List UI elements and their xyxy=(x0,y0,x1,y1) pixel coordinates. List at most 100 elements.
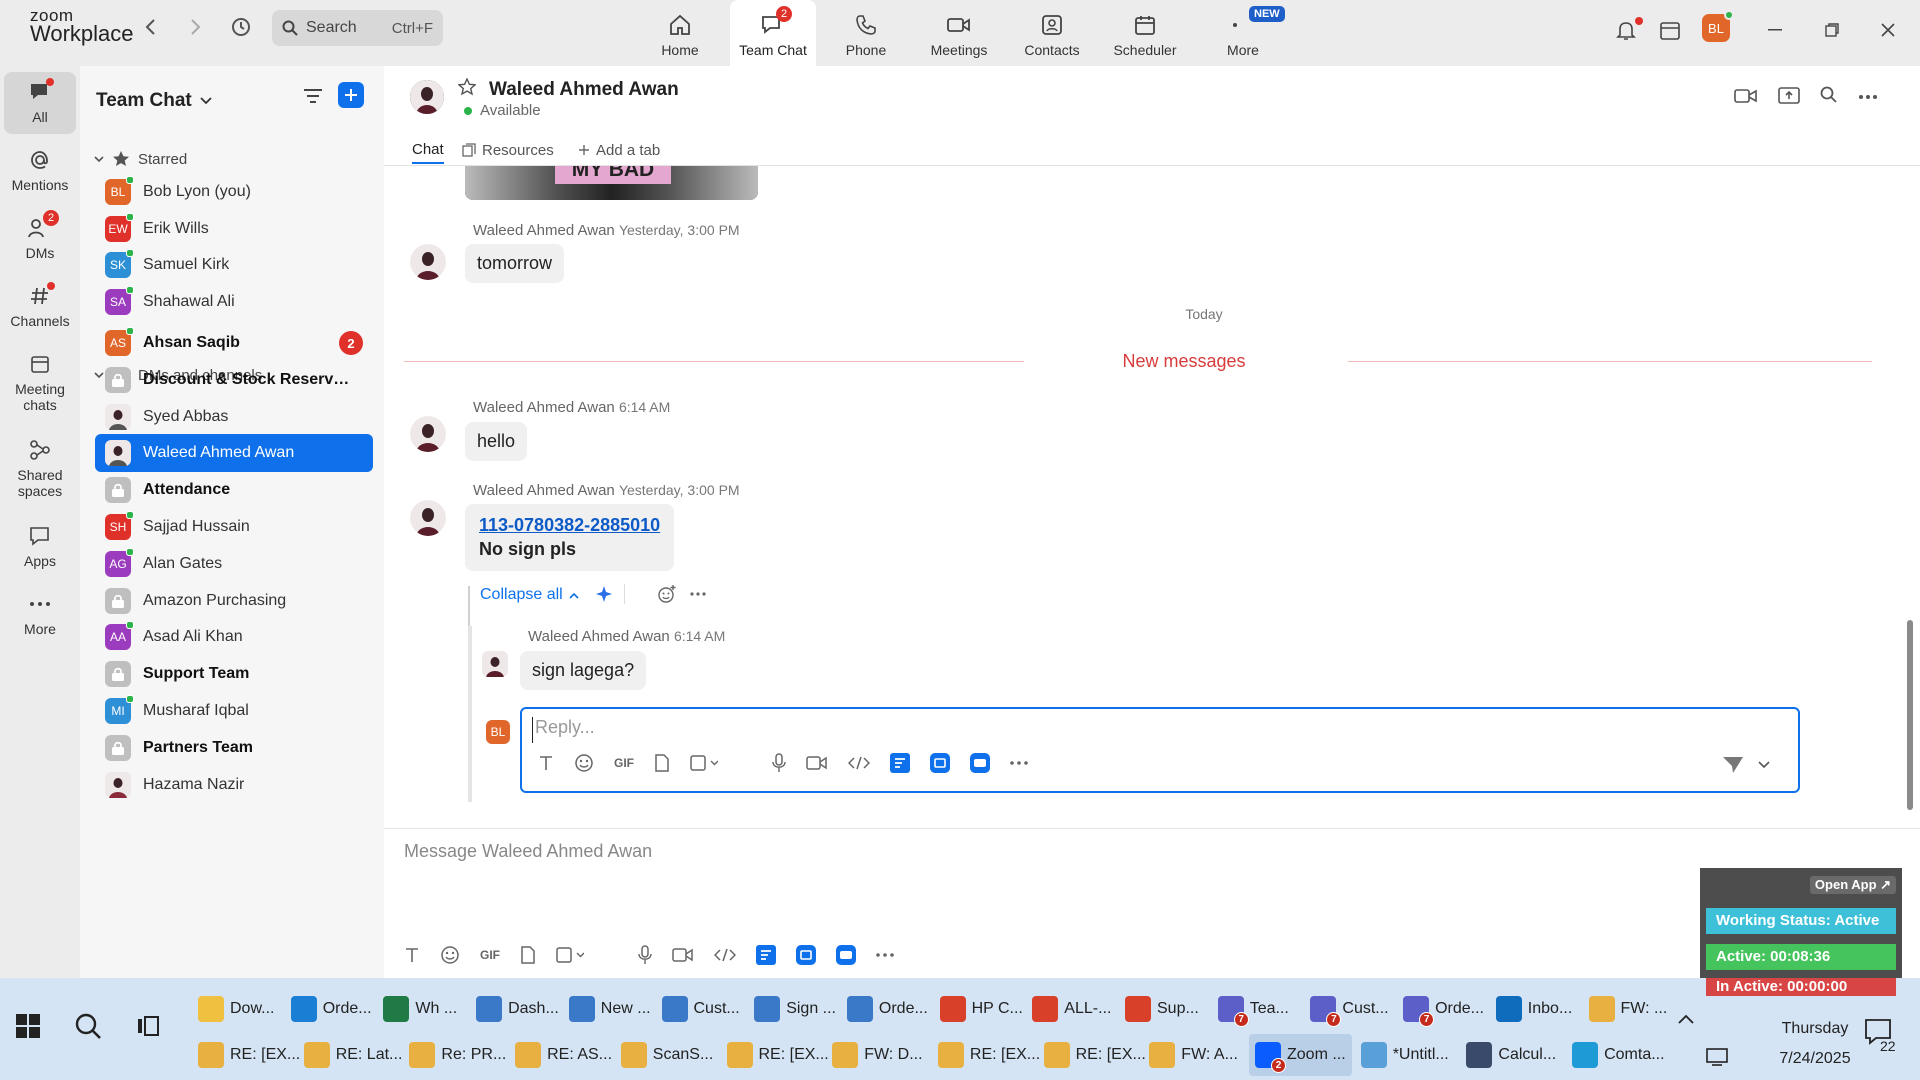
taskbar-day[interactable]: Thursday xyxy=(1770,1020,1860,1038)
tab-chat[interactable]: Chat xyxy=(412,136,444,164)
order-link[interactable]: 113-0780382-2885010 xyxy=(479,513,660,537)
rail-meeting-chats[interactable]: Meeting chats xyxy=(4,350,76,413)
taskbar-item[interactable]: Orde... xyxy=(841,988,934,1030)
contact-avatar[interactable] xyxy=(410,80,444,114)
network-icon[interactable] xyxy=(1706,1048,1728,1066)
search-icon[interactable] xyxy=(1820,86,1838,104)
taskbar-item[interactable]: Calcul... xyxy=(1460,1034,1562,1076)
message-bubble[interactable]: tomorrow xyxy=(465,244,565,283)
sidebar-item-amazon-purchasing[interactable]: Amazon Purchasing xyxy=(95,582,373,620)
more-options-icon[interactable] xyxy=(1858,94,1878,100)
format-text-icon[interactable] xyxy=(538,755,554,771)
video-call-icon[interactable] xyxy=(1734,88,1758,104)
rail-dms[interactable]: 2 DMs xyxy=(4,210,76,261)
image-attachment[interactable]: MY BAD xyxy=(465,166,758,200)
forward-icon[interactable] xyxy=(178,10,212,44)
microphone-icon[interactable] xyxy=(772,753,786,773)
ai-sparkle-icon[interactable] xyxy=(594,584,614,604)
sidebar-item-support-team[interactable]: Support Team xyxy=(95,655,373,693)
tab-home[interactable]: Home xyxy=(637,0,723,66)
file-icon[interactable] xyxy=(654,754,670,772)
taskbar-item[interactable]: Sign ... xyxy=(748,988,842,1030)
open-app-button[interactable]: Open App ↗ xyxy=(1810,876,1896,894)
app-docs-icon[interactable] xyxy=(756,945,776,965)
tab-phone[interactable]: Phone xyxy=(823,0,909,66)
message-bubble[interactable]: hello xyxy=(465,422,528,461)
reply-bubble[interactable]: sign lagega? xyxy=(520,651,647,690)
sidebar-item-attendance[interactable]: Attendance xyxy=(95,471,373,509)
tab-scheduler[interactable]: Scheduler xyxy=(1102,0,1188,66)
taskbar-item[interactable]: Dash... xyxy=(470,988,565,1030)
app-whiteboard-icon[interactable] xyxy=(796,945,816,965)
sidebar-item-discount-stock-reserva[interactable]: Discount & Stock Reserva... xyxy=(95,361,373,399)
sender-avatar[interactable] xyxy=(410,416,446,452)
star-outline-icon[interactable] xyxy=(458,78,476,96)
collapse-all-button[interactable]: Collapse all xyxy=(480,586,579,604)
gif-icon[interactable]: GIF xyxy=(614,756,634,770)
minimize-icon[interactable] xyxy=(1760,14,1792,46)
tab-more[interactable]: NEW More xyxy=(1200,0,1286,66)
share-screen-icon[interactable] xyxy=(1778,86,1800,106)
sidebar-item-erik-wills[interactable]: EW Erik Wills xyxy=(95,210,373,248)
taskbar-item[interactable]: Cust... xyxy=(656,988,746,1030)
notification-center-icon[interactable]: 22 xyxy=(1864,1018,1900,1054)
taskbar-item[interactable]: *Untitl... xyxy=(1355,1034,1455,1076)
reply-input[interactable]: Reply... xyxy=(532,717,1782,743)
emoji-icon[interactable] xyxy=(574,753,594,773)
screenshot-icon[interactable] xyxy=(556,946,584,964)
taskbar-item[interactable]: Comta... xyxy=(1566,1034,1670,1076)
microphone-icon[interactable] xyxy=(638,945,652,965)
sidebar-item-bob-lyon-you[interactable]: BL Bob Lyon (you) xyxy=(95,173,373,211)
more-tools-icon[interactable] xyxy=(876,953,894,957)
taskbar-item[interactable]: New ... xyxy=(563,988,657,1030)
taskbar-item[interactable]: Sup... xyxy=(1119,988,1205,1030)
reply-sender-avatar[interactable] xyxy=(482,651,508,677)
taskbar-item[interactable]: 2 Zoom ... xyxy=(1249,1034,1352,1076)
taskbar-item[interactable]: 7 Tea... xyxy=(1212,988,1295,1030)
history-icon[interactable] xyxy=(224,10,258,44)
filter-icon[interactable] xyxy=(302,86,324,106)
sidebar-item-waleed-ahmed-awan[interactable]: Waleed Ahmed Awan xyxy=(95,434,373,473)
emoji-icon[interactable] xyxy=(440,945,460,965)
notifications-bell-icon[interactable] xyxy=(1610,14,1643,46)
video-message-icon[interactable] xyxy=(672,947,694,963)
taskbar-item[interactable]: RE: [EX... xyxy=(932,1034,1046,1076)
taskbar-item[interactable]: Orde... xyxy=(285,988,378,1030)
taskbar-item[interactable]: Inbo... xyxy=(1490,988,1578,1030)
sidebar-item-musharaf-iqbal[interactable]: MI Musharaf Iqbal xyxy=(95,692,373,730)
taskbar-date[interactable]: 7/24/2025 xyxy=(1770,1050,1860,1068)
taskbar-item[interactable]: RE: AS... xyxy=(509,1034,618,1076)
taskbar-item[interactable]: RE: [EX... xyxy=(721,1034,835,1076)
code-icon[interactable] xyxy=(714,947,736,963)
tab-meetings[interactable]: Meetings xyxy=(916,0,1002,66)
app-clips-icon[interactable] xyxy=(970,753,990,773)
taskbar-item[interactable]: FW: ... xyxy=(1583,988,1674,1030)
task-view-icon[interactable] xyxy=(136,1014,160,1038)
taskbar-item[interactable]: RE: [EX... xyxy=(1038,1034,1152,1076)
user-avatar[interactable]: BL xyxy=(1702,10,1734,42)
more-tools-icon[interactable] xyxy=(1010,761,1028,765)
calendar-quick-icon[interactable] xyxy=(1654,14,1686,46)
taskbar-item[interactable]: HP C... xyxy=(934,988,1029,1030)
section-starred[interactable]: Starred xyxy=(94,150,187,168)
rail-apps[interactable]: Apps xyxy=(4,522,76,569)
sender-avatar[interactable] xyxy=(410,500,446,536)
tab-add-a-tab[interactable]: Add a tab xyxy=(578,136,660,164)
sidebar-title[interactable]: Team Chat xyxy=(96,90,212,112)
taskbar-item[interactable]: ScanS... xyxy=(615,1034,719,1076)
sidebar-item-sajjad-hussain[interactable]: SH Sajjad Hussain xyxy=(95,508,373,546)
restore-icon[interactable] xyxy=(1816,14,1848,46)
taskbar-item[interactable]: 7 Orde... xyxy=(1397,988,1490,1030)
sidebar-item-shahawal-ali[interactable]: SA Shahawal Ali xyxy=(95,283,373,321)
message-input[interactable]: Message Waleed Ahmed Awan xyxy=(404,841,1684,867)
gif-icon[interactable]: GIF xyxy=(480,948,500,962)
rail-all[interactable]: All xyxy=(4,72,76,134)
tab-team-chat[interactable]: 2 Team Chat xyxy=(730,0,816,66)
sidebar-item-alan-gates[interactable]: AG Alan Gates xyxy=(95,545,373,583)
tab-resources[interactable]: Resources xyxy=(462,136,554,164)
rail-shared-spaces[interactable]: Shared spaces xyxy=(4,436,76,499)
message-bubble[interactable]: 113-0780382-2885010 No sign pls xyxy=(465,504,675,571)
sidebar-item-partners-team[interactable]: Partners Team xyxy=(95,729,373,767)
sidebar-item-ahsan-saqib[interactable]: AS Ahsan Saqib 2 xyxy=(95,324,373,362)
file-icon[interactable] xyxy=(520,946,536,964)
